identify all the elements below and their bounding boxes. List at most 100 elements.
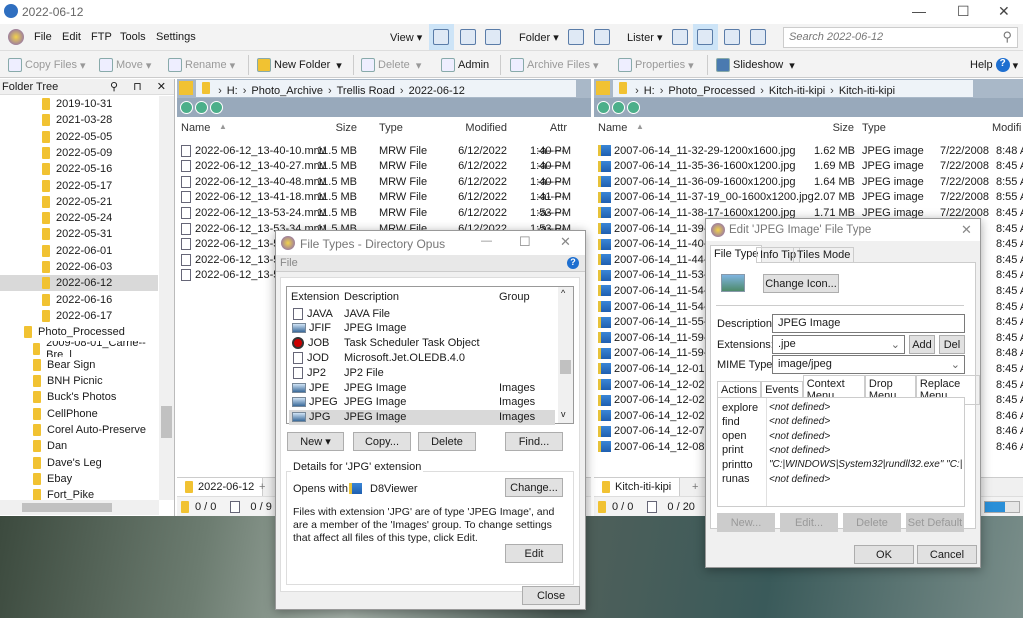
new-button[interactable]: New ▾: [287, 432, 344, 451]
tree-item[interactable]: 2022-05-09: [0, 145, 158, 161]
tree-item[interactable]: Bear Sign: [0, 357, 158, 373]
favorites-icon[interactable]: [179, 81, 193, 95]
action-row[interactable]: runas <not defined>: [722, 472, 962, 487]
folder-option-icon[interactable]: [568, 29, 584, 45]
menu-file[interactable]: File: [280, 257, 298, 269]
tree-item[interactable]: 2021-03-28: [0, 112, 158, 128]
new-folder-button[interactable]: New Folder ▾: [257, 58, 342, 72]
close-button[interactable]: ✕: [560, 234, 571, 250]
tree-hscrollbar[interactable]: [0, 500, 159, 515]
maximize-button[interactable]: ☐: [957, 3, 970, 20]
tree-item[interactable]: 2022-06-12: [0, 275, 158, 292]
breadcrumb-segment[interactable]: Kitch-iti-kipi: [769, 85, 825, 97]
description-input[interactable]: JPEG Image: [772, 314, 965, 333]
delete-button[interactable]: Delete: [418, 432, 476, 451]
favorites-icon[interactable]: [596, 81, 610, 95]
tab-folder[interactable]: Kitch-iti-kipi: [594, 478, 681, 497]
file-row[interactable]: 2022-06-12_13-41-18.mrw 11.5 MB MRW File 6/…: [181, 190, 587, 205]
file-row[interactable]: 2022-06-12_13-53-24.mrw 11.5 MB MRW File 6/…: [181, 205, 587, 220]
col-description[interactable]: Description: [344, 291, 399, 303]
slideshow-button[interactable]: Slideshow ▾: [716, 58, 795, 72]
tree-item[interactable]: 2022-05-17: [0, 178, 158, 194]
subtab-actions[interactable]: Actions: [717, 381, 762, 398]
folder-option2-icon[interactable]: [594, 29, 610, 45]
column-header[interactable]: Type: [862, 122, 886, 134]
column-header[interactable]: Modifi: [992, 122, 1021, 134]
extension-list[interactable]: Extension Description Group JAVA JAVA Fil…: [286, 286, 574, 425]
tree-item[interactable]: Ebay: [0, 471, 158, 487]
new-tab-button[interactable]: +: [259, 481, 265, 493]
lister-dual-button[interactable]: [693, 24, 718, 50]
close-button[interactable]: ✕: [961, 222, 972, 238]
find-button[interactable]: Find...: [505, 432, 563, 451]
tree-item[interactable]: Buck's Photos: [0, 389, 158, 405]
action-row[interactable]: printto "C:|WINDOWS|System32|rundll32.exe…: [722, 457, 962, 472]
close-button[interactable]: ✕: [998, 3, 1010, 20]
maximize-button[interactable]: ☐: [519, 234, 531, 250]
tree-item[interactable]: 2022-06-03: [0, 259, 158, 275]
file-row[interactable]: 2022-06-12_13-40-48.mrw 11.5 MB MRW File 6/…: [181, 174, 587, 189]
extension-row[interactable]: JOD Microsoft.Jet.OLEDB.4.0: [289, 350, 555, 365]
file-row[interactable]: 2007-06-14_11-36-09-1600x1200.jpg 1.64 MB…: [598, 174, 1023, 189]
minimize-button[interactable]: —: [912, 3, 926, 19]
tree-item[interactable]: 2022-06-16: [0, 292, 158, 308]
file-row[interactable]: 2007-06-14_11-32-29-1200x1600.jpg 1.62 MB…: [598, 143, 1023, 158]
tab-folder[interactable]: 2022-06-12: [177, 478, 264, 497]
up-icon[interactable]: [627, 101, 640, 114]
lister-tree-icon[interactable]: [724, 29, 740, 45]
back-icon[interactable]: [597, 101, 610, 114]
lister-menu[interactable]: Lister ▾: [627, 31, 662, 44]
tree-item[interactable]: BNH Picnic: [0, 373, 158, 389]
column-header[interactable]: Attr: [550, 122, 567, 134]
view-power-icon[interactable]: [485, 29, 501, 45]
menu-ftp[interactable]: FTP: [91, 31, 112, 43]
extension-row[interactable]: JPE JPEG Image Images: [289, 380, 555, 395]
tree-item[interactable]: CellPhone: [0, 406, 158, 422]
close-dialog-button[interactable]: Close: [522, 586, 580, 605]
search-icon[interactable]: ⚲: [1002, 29, 1012, 45]
extension-row[interactable]: JOB Task Scheduler Task Object: [289, 336, 555, 351]
forward-icon[interactable]: [195, 101, 208, 114]
view-menu[interactable]: View ▾: [390, 31, 422, 44]
new-tab-button[interactable]: +: [692, 481, 698, 493]
file-row[interactable]: 2007-06-14_11-35-36-1600x1200.jpg 1.69 MB…: [598, 159, 1023, 174]
copy-files-button[interactable]: Copy Files ▾: [8, 58, 86, 72]
list-scrollbar[interactable]: ^ v: [558, 287, 573, 423]
edit-button[interactable]: Edit: [505, 544, 563, 563]
admin-button[interactable]: Admin: [441, 58, 489, 72]
menu-tools[interactable]: Tools: [120, 31, 146, 43]
tree-item[interactable]: 2022-05-24: [0, 210, 158, 226]
action-row[interactable]: explore <not defined>: [722, 400, 962, 415]
tree-item[interactable]: 2009-08-01_Carrie--Bre_l: [0, 341, 158, 357]
mime-type-select[interactable]: image/jpeg ⌄: [772, 355, 965, 374]
column-header[interactable]: Modified: [465, 122, 507, 134]
change-icon-button[interactable]: Change Icon...: [763, 274, 839, 293]
column-header[interactable]: Name: [598, 122, 627, 134]
tree-scrollbar[interactable]: [159, 96, 174, 500]
folder-menu[interactable]: Folder ▾: [519, 31, 559, 44]
column-header[interactable]: Name: [181, 122, 210, 134]
file-row[interactable]: 2007-06-14_11-37-19_00-1600x1200.jpg 2.07…: [598, 190, 1023, 205]
breadcrumb-segment[interactable]: Kitch-iti-kipi: [839, 85, 895, 97]
breadcrumb-segment[interactable]: H:: [644, 85, 655, 97]
tree-item[interactable]: 2022-05-21: [0, 194, 158, 210]
archive-files-button[interactable]: Archive Files ▾: [510, 58, 599, 72]
delete-button[interactable]: Delete ▾: [361, 58, 421, 72]
action-row[interactable]: open <not defined>: [722, 429, 962, 444]
move-button[interactable]: Move ▾: [99, 58, 151, 72]
extensions-select[interactable]: .jpe ⌄: [772, 335, 905, 354]
file-row[interactable]: 2022-06-12_13-40-10.mrw 11.5 MB MRW File 6/…: [181, 143, 587, 158]
action-new-button[interactable]: New...: [717, 513, 775, 532]
menu-edit[interactable]: Edit: [62, 31, 81, 43]
minimize-button[interactable]: —: [481, 235, 492, 247]
back-icon[interactable]: [180, 101, 193, 114]
breadcrumb-segment[interactable]: Photo_Archive: [251, 85, 323, 97]
breadcrumb-segment[interactable]: H:: [227, 85, 238, 97]
up-icon[interactable]: [210, 101, 223, 114]
actions-list[interactable]: explore <not defined> find <not defined> ope…: [717, 397, 965, 507]
change-button[interactable]: Change...: [505, 478, 563, 497]
breadcrumb-segment[interactable]: Trellis Road: [337, 85, 395, 97]
add-extension-button[interactable]: Add: [909, 335, 935, 354]
tree-item[interactable]: 2022-06-17: [0, 308, 158, 324]
extension-row[interactable]: JPG JPEG Image Images: [289, 409, 555, 425]
